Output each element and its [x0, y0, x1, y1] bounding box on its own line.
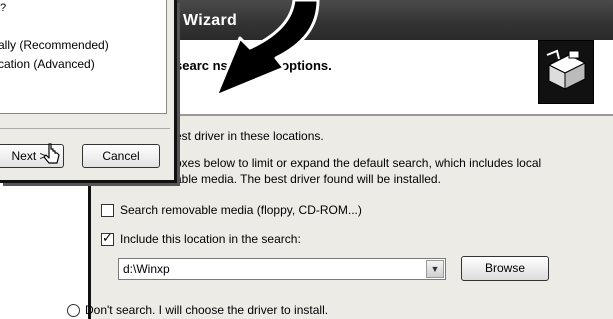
search-description: est driver in these locations. — [175, 129, 324, 143]
cancel-button[interactable]: Cancel — [82, 144, 160, 168]
radio-row-dont-search[interactable]: Don't search. I will choose the driver t… — [67, 303, 328, 317]
search-instructions: oxes below to limit or expand the defaul… — [175, 155, 613, 187]
checkbox-row-removable-media[interactable]: Search removable media (floppy, CD-ROM..… — [101, 203, 362, 217]
divider — [0, 128, 170, 129]
option-install-automatically[interactable]: ally (Recommended) — [0, 38, 109, 52]
browse-button[interactable]: Browse — [461, 256, 549, 281]
hardware-icon — [538, 40, 594, 104]
include-location-label: Include this location in the search: — [120, 232, 301, 246]
instructions-line-1: oxes below to limit or expand the defaul… — [175, 156, 542, 170]
mouse-cursor-icon — [43, 143, 60, 164]
removable-media-checkbox[interactable] — [101, 203, 114, 217]
checkbox-row-include-location[interactable]: ✓ Include this location in the search: — [101, 229, 301, 246]
location-combobox[interactable]: d:\Winxp ▼ — [118, 258, 446, 280]
pointer-arrow-icon — [214, 0, 320, 98]
removable-media-label: Search removable media (floppy, CD-ROM..… — [120, 203, 362, 217]
combo-dropdown-icon[interactable]: ▼ — [426, 260, 444, 278]
dont-search-radio[interactable] — [67, 303, 80, 317]
location-value: d:\Winxp — [123, 262, 170, 276]
check-mark-icon: ✓ — [102, 229, 113, 245]
front-wizard-dialog: ? ally (Recommended) cation (Advanced) N… — [0, 0, 177, 183]
instructions-line-2: able media. The best driver found will b… — [175, 172, 441, 186]
option-install-specific-location[interactable]: cation (Advanced) — [0, 57, 95, 71]
dont-search-label: Don't search. I will choose the driver t… — [85, 303, 329, 317]
front-dialog-content: ? ally (Recommended) cation (Advanced) — [0, 0, 167, 114]
include-location-checkbox[interactable]: ✓ — [101, 229, 114, 246]
front-dialog-stub-text: ? — [0, 2, 7, 14]
